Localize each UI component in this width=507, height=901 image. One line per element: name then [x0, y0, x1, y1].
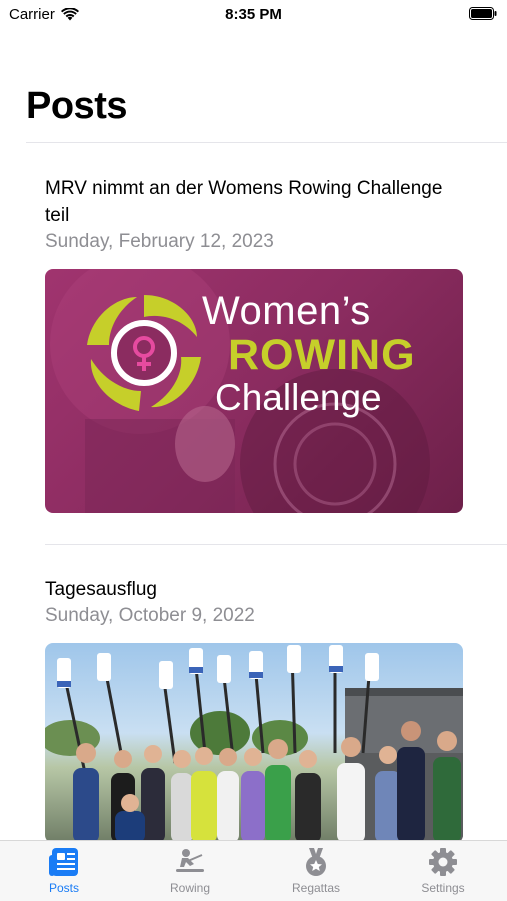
tab-rowing[interactable]: Rowing: [130, 847, 250, 895]
group-photo: [45, 645, 463, 843]
post-title: MRV nimmt an der Womens Rowing Challenge…: [45, 178, 443, 226]
newspaper-icon: [49, 848, 78, 876]
tab-label: Regattas: [291, 881, 341, 895]
gear-icon: [429, 848, 457, 876]
tab-regattas[interactable]: Regattas: [256, 847, 376, 895]
page-title: Posts: [26, 85, 127, 127]
wrc-logo-icon: [87, 295, 201, 411]
tab-bar: Posts Rowing Regattas Settings: [0, 840, 507, 901]
post-image: Women’s ROWING Challenge: [45, 269, 463, 513]
battery-icon: [469, 7, 497, 20]
wrc-text-line2: ROWING: [228, 331, 416, 379]
status-time: 8:35 PM: [225, 6, 282, 23]
post-image: [45, 643, 463, 843]
header-divider: [26, 142, 507, 143]
medal-icon: [306, 848, 326, 876]
post-date: Sunday, February 12, 2023: [45, 231, 274, 252]
post-card[interactable]: MRV nimmt an der Womens Rowing Challenge…: [45, 175, 463, 513]
wrc-text-line1: Women’s: [202, 289, 371, 333]
post-title: Tagesausflug: [45, 579, 157, 600]
post-date: Sunday, October 9, 2022: [45, 605, 255, 626]
status-bar: Carrier 8:35 PM: [0, 0, 507, 28]
rowing-icon: [176, 849, 204, 872]
tab-label: Posts: [48, 881, 79, 895]
tab-settings[interactable]: Settings: [383, 847, 503, 895]
post-card[interactable]: Tagesausflug Sunday, October 9, 2022: [45, 576, 463, 843]
post-divider: [45, 544, 507, 545]
tab-label: Settings: [421, 881, 465, 895]
tab-label: Rowing: [169, 881, 211, 895]
wrc-text-line3: Challenge: [215, 377, 382, 418]
tab-posts[interactable]: Posts: [4, 847, 124, 895]
